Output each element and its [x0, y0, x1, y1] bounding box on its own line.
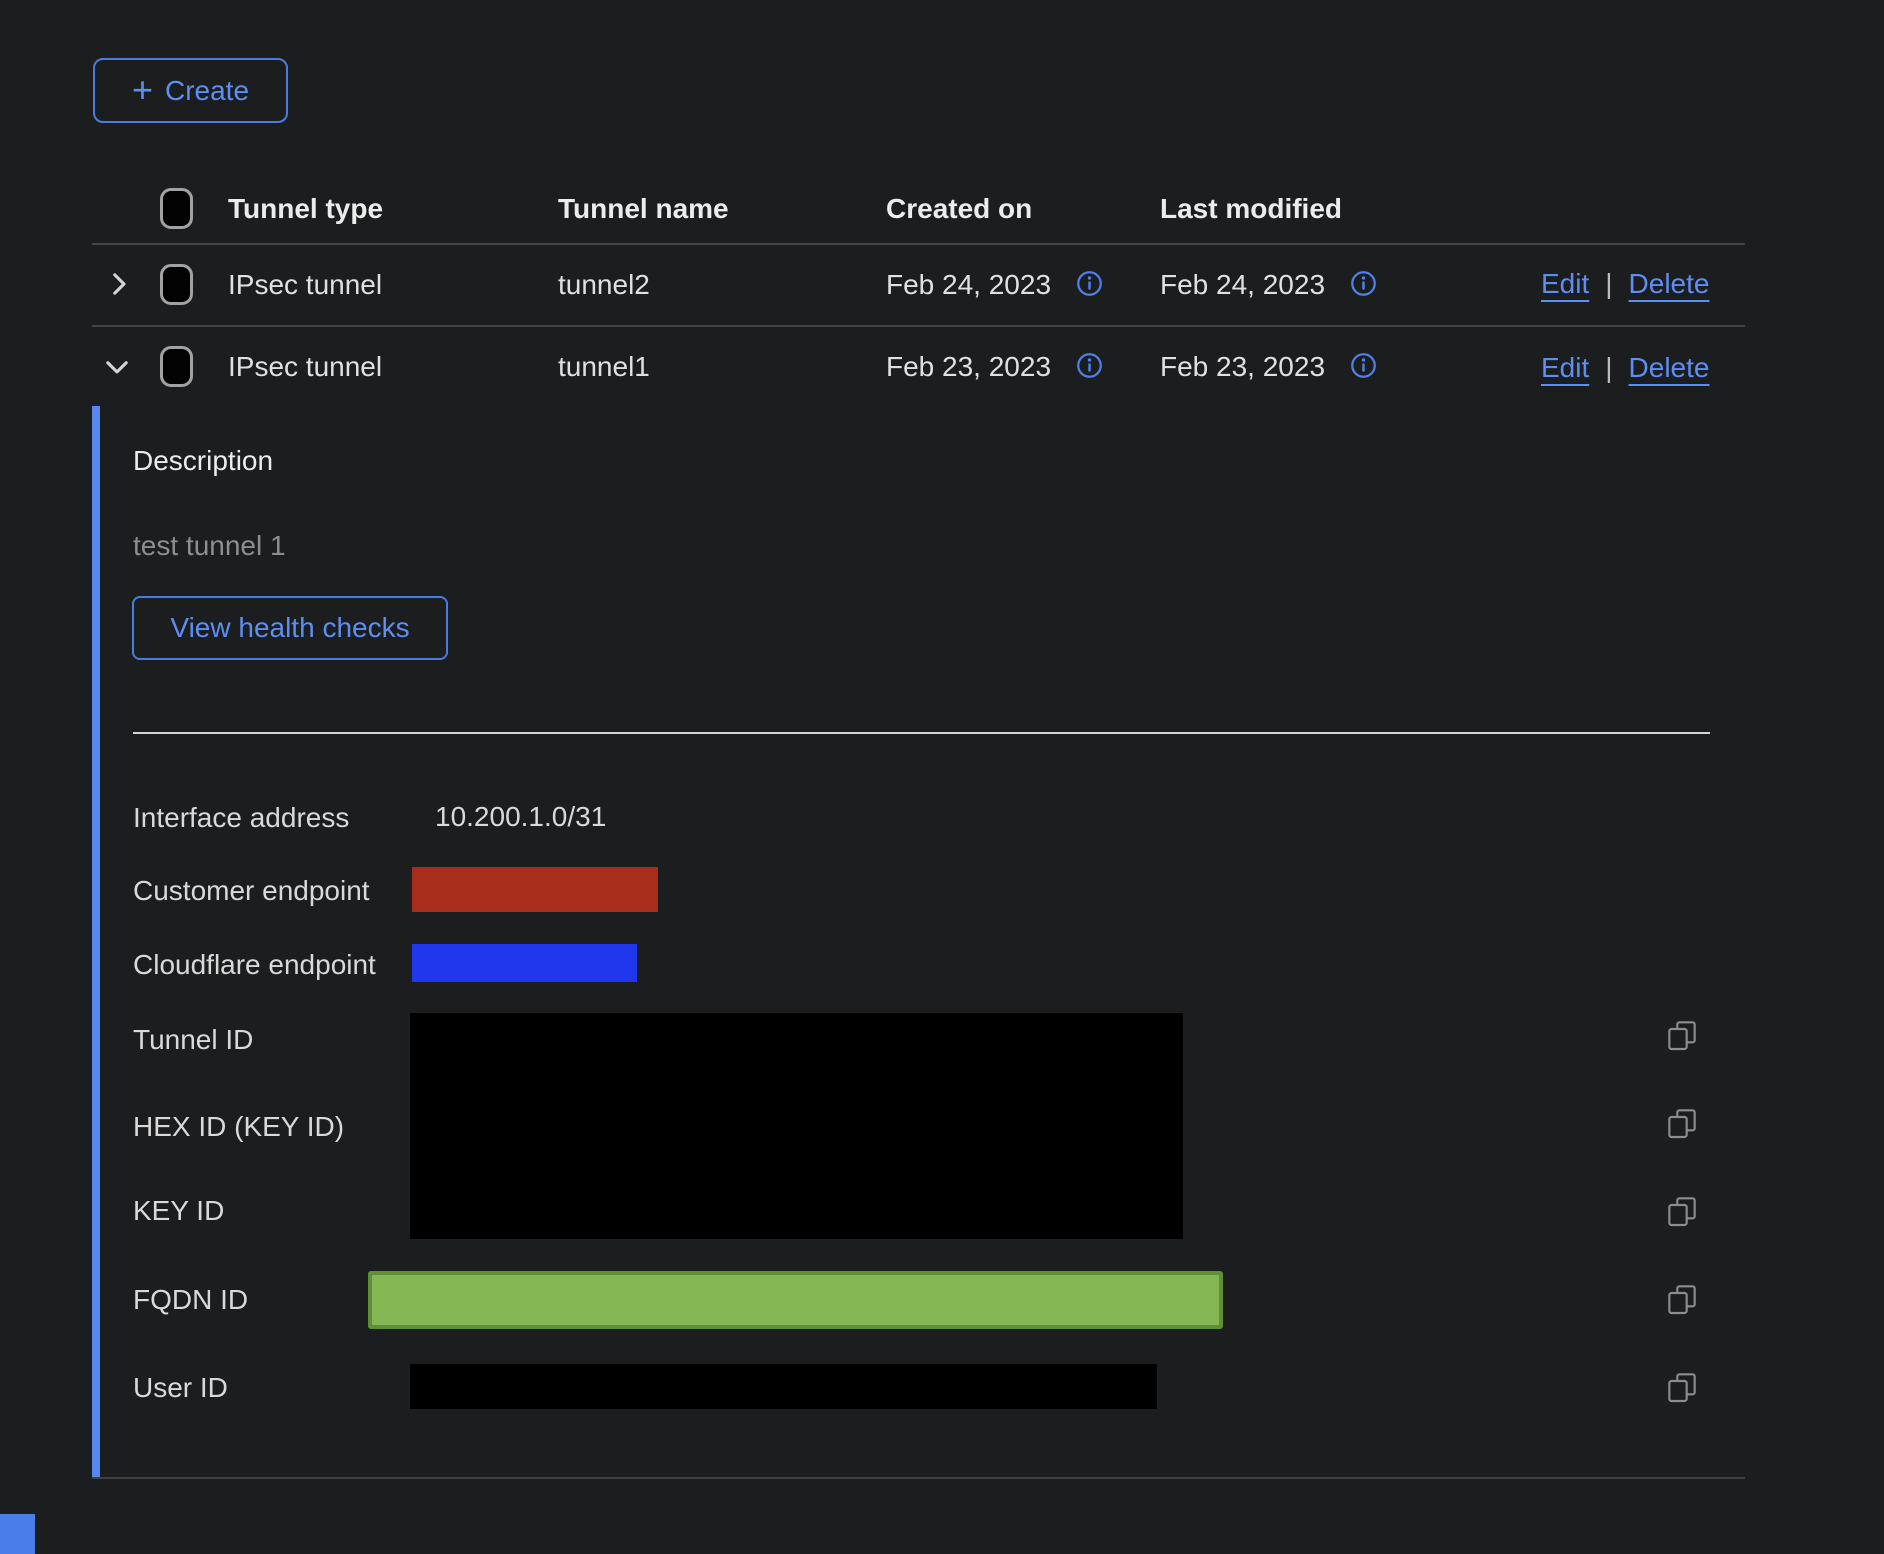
created-on-cell: Feb 23, 2023	[886, 352, 1051, 383]
edit-link[interactable]: Edit	[1541, 268, 1589, 300]
info-icon[interactable]	[1076, 270, 1103, 297]
create-button-label: Create	[165, 75, 249, 107]
row-actions: Edit | Delete	[1541, 268, 1709, 300]
panel-bottom-divider	[92, 1477, 1745, 1479]
key-id-label: KEY ID	[133, 1195, 224, 1227]
row-divider	[92, 325, 1745, 327]
copy-icon[interactable]	[1666, 1107, 1698, 1139]
description-value: test tunnel 1	[133, 530, 286, 562]
created-on-cell: Feb 24, 2023	[886, 270, 1051, 301]
ids-redaction-block	[410, 1013, 1183, 1239]
delete-link[interactable]: Delete	[1629, 268, 1710, 300]
chevron-down-icon[interactable]	[100, 350, 134, 384]
create-button[interactable]: + Create	[93, 58, 288, 123]
description-label: Description	[133, 445, 273, 477]
interface-address-value: 10.200.1.0/31	[435, 802, 606, 833]
info-icon[interactable]	[1076, 352, 1103, 379]
row-checkbox[interactable]	[160, 346, 193, 387]
section-divider	[133, 732, 1710, 734]
column-header-last-modified: Last modified	[1160, 194, 1342, 225]
cloudflare-endpoint-label: Cloudflare endpoint	[133, 949, 376, 981]
tunnels-page: + Create Tunnel type Tunnel name Created…	[0, 0, 1884, 1554]
user-id-label: User ID	[133, 1372, 228, 1404]
info-icon[interactable]	[1350, 270, 1377, 297]
copy-icon[interactable]	[1666, 1019, 1698, 1051]
tunnel-id-label: Tunnel ID	[133, 1024, 253, 1056]
header-divider	[92, 243, 1745, 245]
column-header-tunnel-name: Tunnel name	[558, 194, 729, 225]
delete-link[interactable]: Delete	[1629, 352, 1710, 384]
copy-icon[interactable]	[1666, 1371, 1698, 1403]
tunnel-name-cell: tunnel2	[558, 270, 650, 301]
copy-icon[interactable]	[1666, 1283, 1698, 1315]
interface-address-label: Interface address	[133, 802, 349, 834]
row-checkbox[interactable]	[160, 264, 193, 305]
row-actions: Edit | Delete	[1541, 352, 1709, 384]
chevron-right-icon[interactable]	[102, 267, 136, 301]
customer-endpoint-redaction	[412, 867, 658, 912]
actions-separator: |	[1605, 352, 1612, 384]
select-all-checkbox[interactable]	[160, 188, 193, 229]
info-icon[interactable]	[1350, 352, 1377, 379]
fqdn-id-redaction	[368, 1271, 1223, 1329]
tunnel-name-cell: tunnel1	[558, 352, 650, 383]
view-health-checks-button[interactable]: View health checks	[132, 596, 448, 660]
column-header-tunnel-type: Tunnel type	[228, 194, 383, 225]
user-id-redaction	[410, 1364, 1157, 1409]
view-health-checks-label: View health checks	[170, 612, 409, 644]
column-header-created-on: Created on	[886, 194, 1032, 225]
tunnel-type-cell: IPsec tunnel	[228, 270, 382, 301]
actions-separator: |	[1605, 268, 1612, 300]
last-modified-cell: Feb 24, 2023	[1160, 270, 1325, 301]
fqdn-id-label: FQDN ID	[133, 1284, 248, 1316]
last-modified-cell: Feb 23, 2023	[1160, 352, 1325, 383]
bottom-left-blue-fragment	[0, 1514, 35, 1554]
expanded-row-accent-bar	[92, 406, 100, 1477]
copy-icon[interactable]	[1666, 1195, 1698, 1227]
customer-endpoint-label: Customer endpoint	[133, 875, 370, 907]
tunnel-type-cell: IPsec tunnel	[228, 352, 382, 383]
cloudflare-endpoint-redaction	[412, 944, 637, 982]
hex-id-label: HEX ID (KEY ID)	[133, 1111, 344, 1143]
edit-link[interactable]: Edit	[1541, 352, 1589, 384]
